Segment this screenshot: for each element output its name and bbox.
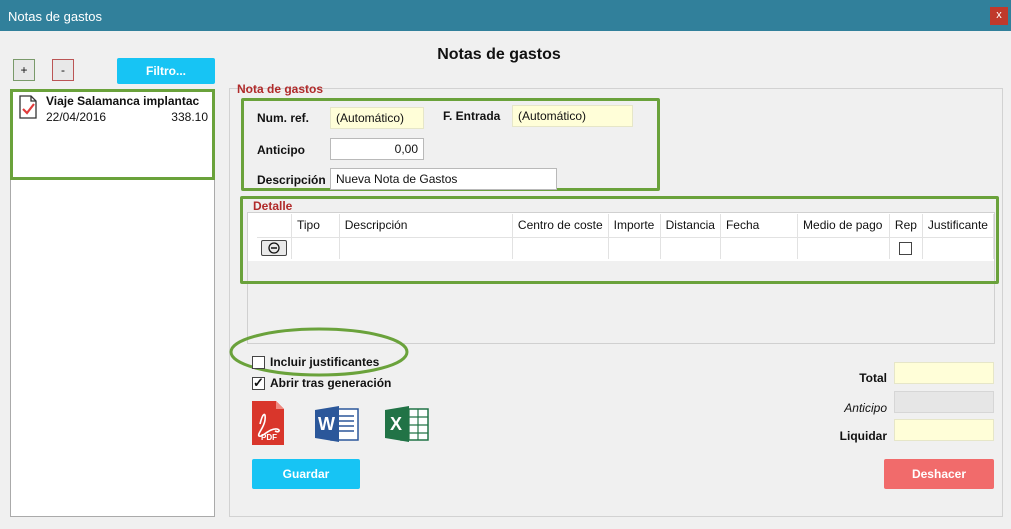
- column-header-fecha[interactable]: Fecha: [720, 214, 799, 238]
- list-item-amount: 338.10: [171, 110, 208, 124]
- table-row: [257, 237, 995, 259]
- importe-cell[interactable]: [608, 237, 661, 259]
- total-label: Total: [859, 371, 887, 385]
- abrir-tras-generacion-checkbox[interactable]: [252, 375, 265, 391]
- remove-row-button[interactable]: [261, 240, 287, 257]
- pdf-caption: PDF: [261, 433, 277, 442]
- undo-button[interactable]: Deshacer: [884, 459, 994, 489]
- excel-export-button[interactable]: X: [385, 405, 429, 443]
- distancia-cell[interactable]: [660, 237, 721, 259]
- detail-table: Tipo Descripción Centro de coste Importe…: [257, 214, 995, 259]
- column-header-descripcion[interactable]: Descripción: [339, 214, 513, 238]
- list-item-title: Viaje Salamanca implantac: [46, 94, 200, 108]
- row-selector-cell: [257, 237, 292, 259]
- incluir-justificantes-checkbox[interactable]: [252, 355, 265, 369]
- annotation-ellipse: [229, 327, 409, 377]
- incluir-justificantes-label: Incluir justificantes: [270, 355, 380, 369]
- list-item-date: 22/04/2016: [46, 110, 107, 124]
- tipo-cell[interactable]: [291, 237, 340, 259]
- num-ref-label: Num. ref.: [257, 111, 310, 125]
- list-item[interactable]: Viaje Salamanca implantac 22/04/2016 338…: [14, 92, 212, 132]
- rep-checkbox[interactable]: [899, 241, 913, 255]
- word-export-button[interactable]: W: [315, 405, 359, 443]
- fecha-entrada-label: F. Entrada: [443, 109, 501, 123]
- rep-cell: [889, 237, 923, 259]
- anticipo-total-label: Anticipo: [844, 401, 887, 415]
- liquidar-label: Liquidar: [839, 429, 887, 443]
- document-check-icon: [18, 95, 38, 122]
- total-field: [894, 362, 994, 384]
- column-header-distancia[interactable]: Distancia: [660, 214, 721, 238]
- column-header-centro-coste[interactable]: Centro de coste: [512, 214, 609, 238]
- column-header-tipo[interactable]: Tipo: [291, 214, 340, 238]
- descripcion-label: Descripción: [257, 173, 326, 187]
- num-ref-field[interactable]: (Automático): [330, 107, 424, 129]
- column-header-selector: [257, 214, 292, 238]
- medio-pago-cell[interactable]: [797, 237, 890, 259]
- fecha-entrada-field[interactable]: (Automático): [512, 105, 633, 127]
- add-button[interactable]: +: [13, 59, 35, 81]
- column-header-medio-pago[interactable]: Medio de pago: [797, 214, 890, 238]
- excel-letter: X: [390, 414, 403, 434]
- abrir-tras-generacion-option[interactable]: Abrir tras generación: [252, 375, 392, 391]
- incluir-justificantes-option[interactable]: Incluir justificantes: [252, 355, 379, 369]
- abrir-tras-generacion-label: Abrir tras generación: [270, 376, 392, 390]
- close-button[interactable]: x: [990, 7, 1008, 25]
- filter-button[interactable]: Filtro...: [117, 58, 215, 84]
- column-header-justificante[interactable]: Justificante: [922, 214, 995, 238]
- liquidar-field: [894, 419, 994, 441]
- fecha-cell[interactable]: [720, 237, 799, 259]
- column-header-rep[interactable]: Rep: [889, 214, 923, 238]
- title-bar: Notas de gastos x: [0, 0, 1011, 31]
- descripcion-cell[interactable]: [339, 237, 513, 259]
- anticipo-label: Anticipo: [257, 143, 305, 157]
- anticipo-field[interactable]: 0,00: [330, 138, 424, 160]
- centro-coste-cell[interactable]: [512, 237, 609, 259]
- descripcion-field[interactable]: Nueva Nota de Gastos: [330, 168, 557, 190]
- word-letter: W: [318, 414, 335, 434]
- header-section-title: Nota de gastos: [237, 82, 324, 96]
- pdf-export-button[interactable]: PDF: [251, 400, 285, 446]
- column-header-importe[interactable]: Importe: [608, 214, 661, 238]
- anticipo-total-field: [894, 391, 994, 413]
- justificante-cell[interactable]: [922, 237, 995, 259]
- window-title: Notas de gastos: [8, 9, 102, 24]
- remove-button[interactable]: -: [52, 59, 74, 81]
- save-button[interactable]: Guardar: [252, 459, 360, 489]
- minus-circle-icon: [268, 242, 280, 254]
- page-title: Notas de gastos: [437, 46, 561, 63]
